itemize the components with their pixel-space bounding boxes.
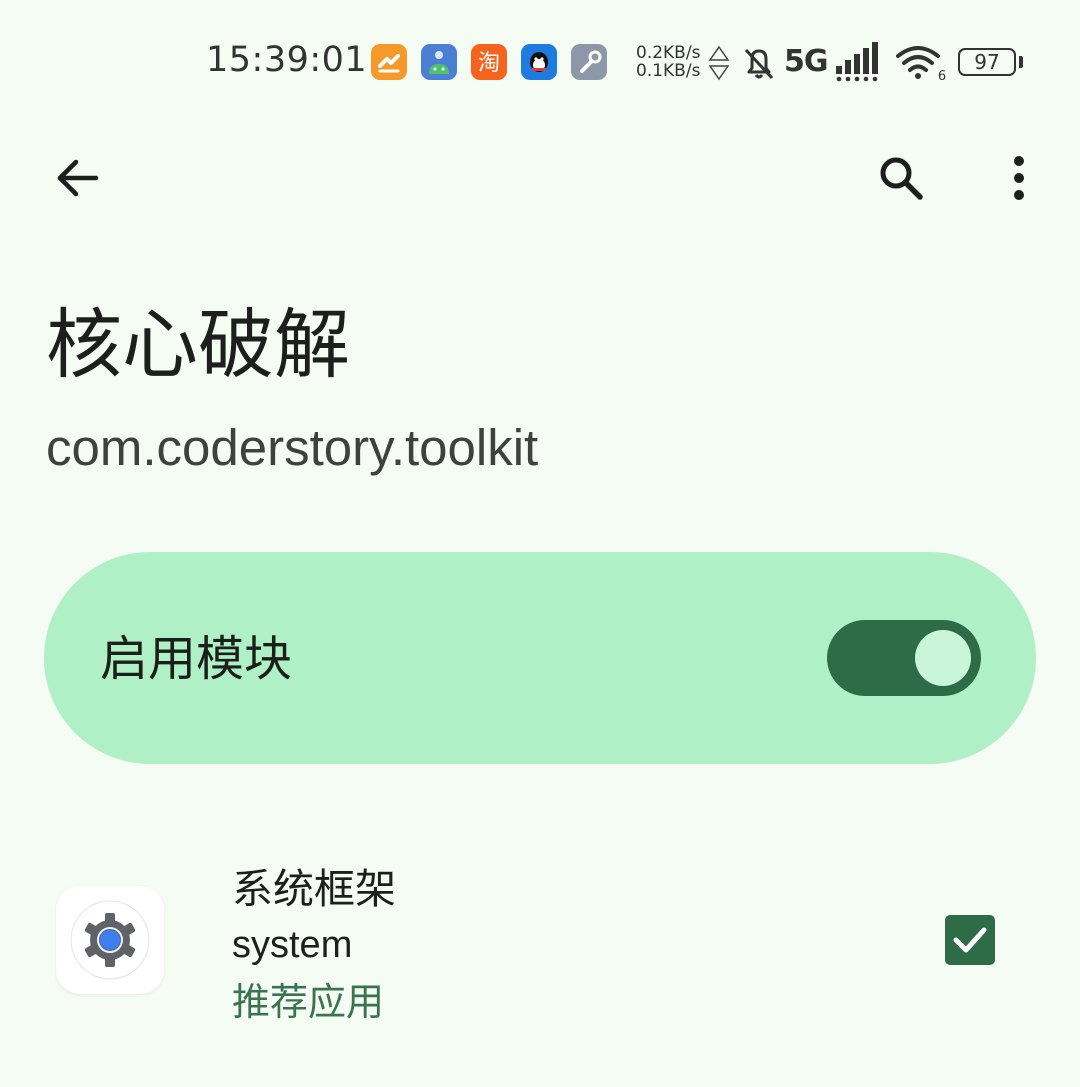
enable-module-label: 启用模块 xyxy=(100,631,293,687)
settings-gear-icon xyxy=(56,886,164,994)
status-bar: 15:39:01 淘 0.2KB/s 0.1KB/s 5G 6 97 xyxy=(0,0,1080,125)
back-button[interactable] xyxy=(42,143,112,213)
wifi-icon: 6 xyxy=(896,46,946,82)
more-options-button[interactable] xyxy=(984,143,1054,213)
scope-app-name: 系统框架 xyxy=(232,865,396,913)
status-time: 15:39:01 xyxy=(206,40,368,80)
taobao-icon: 淘 xyxy=(471,44,507,80)
module-package: com.coderstory.toolkit xyxy=(46,419,539,476)
signal-strength-icon xyxy=(836,42,878,82)
network-type: 5G xyxy=(784,44,828,79)
arrow-back-icon xyxy=(57,159,99,197)
android-debug-icon xyxy=(421,44,457,80)
scope-app-package: system xyxy=(232,924,353,966)
search-button[interactable] xyxy=(866,143,936,213)
net-up-speed: 0.2KB/s xyxy=(636,43,701,63)
search-icon xyxy=(880,157,923,200)
enable-module-card[interactable]: 启用模块 xyxy=(44,552,1036,764)
scope-app-checkbox[interactable] xyxy=(945,915,995,965)
switch-knob xyxy=(915,630,971,686)
app-orange-icon xyxy=(371,44,407,80)
battery-indicator: 97 xyxy=(958,48,1023,76)
wrench-tool-icon xyxy=(571,44,607,80)
qq-icon xyxy=(521,44,557,80)
bell-off-icon xyxy=(744,48,774,80)
checkmark-icon xyxy=(953,927,987,953)
more-vert-icon xyxy=(1014,156,1024,200)
module-title: 核心破解 xyxy=(46,300,350,389)
enable-module-switch[interactable] xyxy=(827,620,981,696)
module-detail-screen: 15:39:01 淘 0.2KB/s 0.1KB/s 5G 6 97 核心破解 … xyxy=(0,0,1080,1087)
taobao-glyph: 淘 xyxy=(478,51,500,76)
battery-level: 97 xyxy=(974,50,1000,74)
net-down-speed: 0.1KB/s xyxy=(636,61,701,81)
network-speed: 0.2KB/s 0.1KB/s xyxy=(636,44,700,80)
scope-app-tag: 推荐应用 xyxy=(232,980,385,1024)
wifi-band-label: 6 xyxy=(938,69,946,82)
data-transfer-icon xyxy=(708,45,730,81)
scope-list-item[interactable]: 系统框架 system 推荐应用 xyxy=(0,850,1080,1040)
